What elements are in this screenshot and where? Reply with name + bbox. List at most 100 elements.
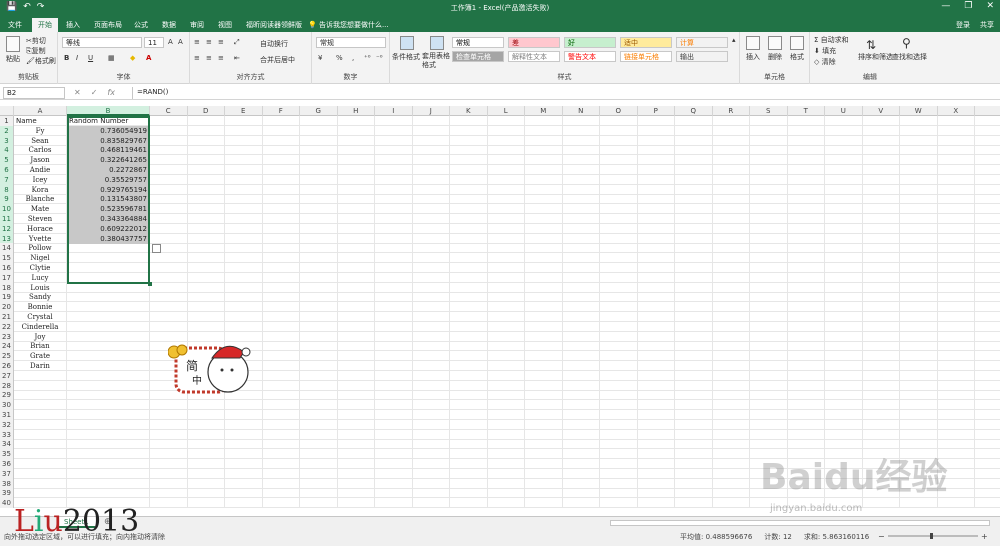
table-format-icon[interactable] [430, 36, 444, 50]
cell-g24[interactable] [300, 341, 338, 352]
cell-l16[interactable] [488, 263, 525, 273]
cell-i1[interactable] [375, 116, 413, 126]
cell-a12[interactable]: Horace [14, 223, 67, 234]
cell-a21[interactable]: Crystal [14, 312, 67, 322]
cell-f34[interactable] [263, 439, 300, 450]
cell-q30[interactable] [675, 400, 713, 411]
align-left-icon[interactable]: ≡ [194, 54, 200, 62]
cell-r30[interactable] [713, 400, 750, 411]
cell-m18[interactable] [525, 282, 563, 293]
cell-q5[interactable] [675, 155, 713, 166]
cell-m25[interactable] [525, 351, 563, 362]
cell-o33[interactable] [600, 429, 638, 440]
delete-cells-button[interactable]: 删除 [768, 52, 782, 62]
row-header[interactable]: 2 [0, 125, 14, 136]
cell-d30[interactable] [188, 400, 225, 411]
cell-e20[interactable] [225, 302, 263, 313]
cell-b10[interactable]: 0.523596781 [67, 204, 150, 215]
cell-m31[interactable] [525, 410, 563, 420]
cell-l40[interactable] [488, 498, 525, 509]
cell-q19[interactable] [675, 292, 713, 303]
cell-x32[interactable] [938, 419, 975, 430]
cell-n10[interactable] [563, 204, 600, 215]
cell-g6[interactable] [300, 165, 338, 175]
row-header[interactable]: 37 [0, 468, 14, 479]
cell-f24[interactable] [263, 341, 300, 352]
cell-m27[interactable] [525, 370, 563, 381]
cell-j21[interactable] [413, 312, 450, 322]
cell-k9[interactable] [450, 194, 488, 205]
cell-j27[interactable] [413, 370, 450, 381]
cell-i7[interactable] [375, 174, 413, 185]
cell-c35[interactable] [150, 449, 188, 460]
cell-i33[interactable] [375, 429, 413, 440]
paste-button[interactable]: 粘贴 [6, 54, 20, 64]
cell-j3[interactable] [413, 135, 450, 146]
column-header-g[interactable]: G [300, 106, 338, 116]
cell-n31[interactable] [563, 410, 600, 420]
cell-l1[interactable] [488, 116, 525, 126]
cell-n40[interactable] [563, 498, 600, 509]
cell-k17[interactable] [450, 272, 488, 283]
sort-filter-icon[interactable]: ⇅ [866, 38, 876, 52]
cell-s22[interactable] [750, 321, 788, 332]
cell-s4[interactable] [750, 145, 788, 156]
row-header[interactable]: 35 [0, 449, 14, 460]
cell-w2[interactable] [900, 125, 938, 136]
cell-l7[interactable] [488, 174, 525, 185]
cell-p29[interactable] [638, 390, 675, 401]
cell-k23[interactable] [450, 331, 488, 342]
cell-v4[interactable] [863, 145, 900, 156]
cell-g10[interactable] [300, 204, 338, 215]
cell-p33[interactable] [638, 429, 675, 440]
cell-k40[interactable] [450, 498, 488, 509]
cell-h3[interactable] [338, 135, 375, 146]
cell-n22[interactable] [563, 321, 600, 332]
cell-j36[interactable] [413, 459, 450, 469]
cell-c20[interactable] [150, 302, 188, 313]
cell-g34[interactable] [300, 439, 338, 450]
cell-i21[interactable] [375, 312, 413, 322]
cell-v9[interactable] [863, 194, 900, 205]
cell-s33[interactable] [750, 429, 788, 440]
cell-u18[interactable] [825, 282, 863, 293]
cell-g13[interactable] [300, 233, 338, 244]
cell-k16[interactable] [450, 263, 488, 273]
cell-g26[interactable] [300, 361, 338, 371]
cell-a9[interactable]: Blanche [14, 194, 67, 205]
cell-e32[interactable] [225, 419, 263, 430]
comma-icon[interactable]: , [352, 54, 354, 62]
cell-o29[interactable] [600, 390, 638, 401]
cell-q33[interactable] [675, 429, 713, 440]
cell-v10[interactable] [863, 204, 900, 215]
cell-t8[interactable] [788, 184, 825, 195]
cell-b25[interactable] [67, 351, 150, 362]
cell-c1[interactable] [150, 116, 188, 126]
cell-a33[interactable] [14, 429, 67, 440]
cell-b9[interactable]: 0.131543807 [67, 194, 150, 205]
cell-b23[interactable] [67, 331, 150, 342]
cell-e12[interactable] [225, 223, 263, 234]
cell-b36[interactable] [67, 459, 150, 469]
cell-l12[interactable] [488, 223, 525, 234]
cell-l11[interactable] [488, 214, 525, 224]
cell-p5[interactable] [638, 155, 675, 166]
cell-m16[interactable] [525, 263, 563, 273]
cell-i14[interactable] [375, 243, 413, 254]
row-header[interactable]: 13 [0, 233, 14, 244]
cell-j8[interactable] [413, 184, 450, 195]
cell-d19[interactable] [188, 292, 225, 303]
cell-a29[interactable] [14, 390, 67, 401]
cell-h33[interactable] [338, 429, 375, 440]
cell-b16[interactable] [67, 263, 150, 273]
cell-x14[interactable] [938, 243, 975, 254]
cell-q6[interactable] [675, 165, 713, 175]
cell-f5[interactable] [263, 155, 300, 166]
cell-o21[interactable] [600, 312, 638, 322]
cell-r29[interactable] [713, 390, 750, 401]
percent-button[interactable]: % [336, 54, 343, 62]
cell-h12[interactable] [338, 223, 375, 234]
cell-s8[interactable] [750, 184, 788, 195]
cell-m3[interactable] [525, 135, 563, 146]
cell-e7[interactable] [225, 174, 263, 185]
